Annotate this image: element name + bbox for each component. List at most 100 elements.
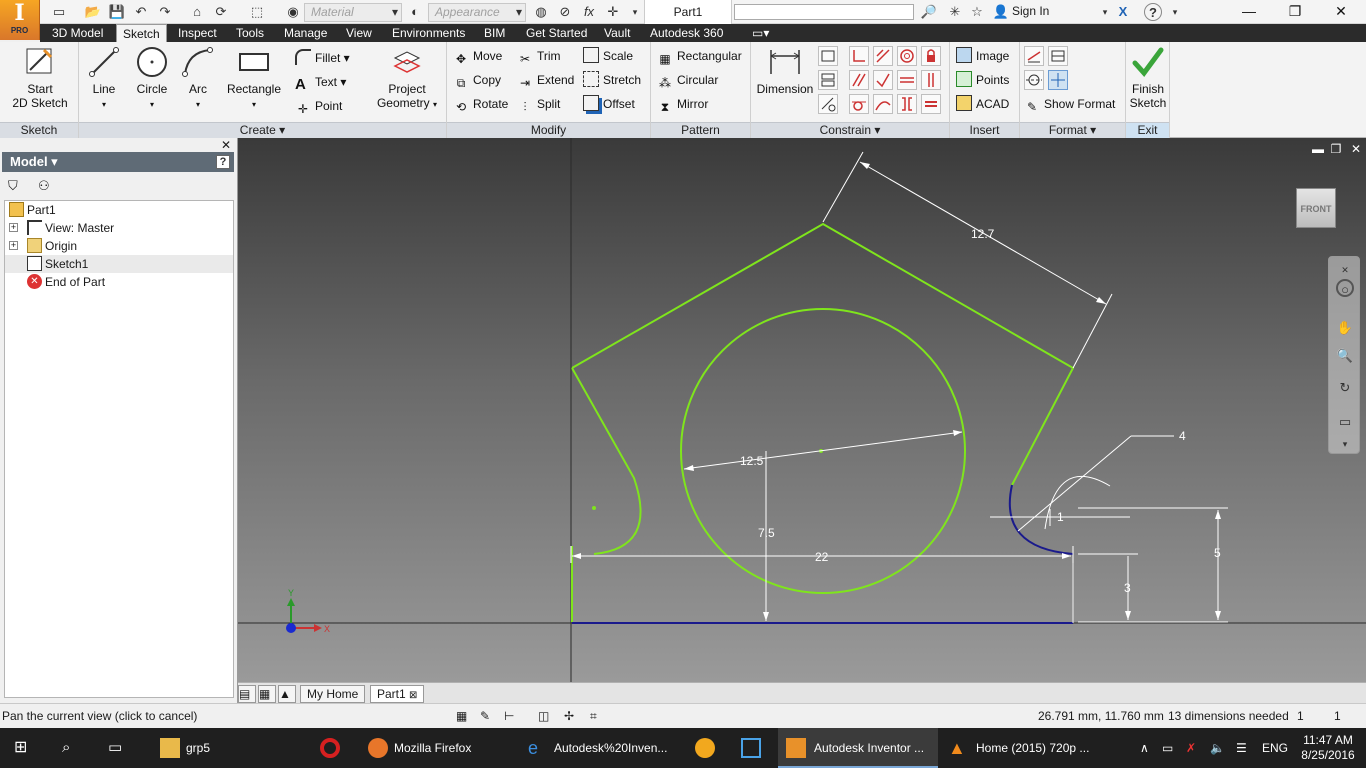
undo-icon[interactable]: ↶ [130,3,152,21]
volume-icon[interactable]: 🔈 [1210,728,1225,768]
action-center-icon[interactable]: ☰ [1236,728,1247,768]
pentagon-edges[interactable] [571,222,1075,486]
battery-icon[interactable]: ▭ [1162,728,1173,768]
screenshot-app-icon[interactable] [738,728,764,768]
circle-button[interactable]: Circle ▾ [131,44,173,112]
dim-arc-radius[interactable]: 4 [1179,429,1186,443]
copy-button[interactable]: ⧉ Copy [453,70,501,90]
rotate-button[interactable]: ⟲ Rotate [453,94,508,114]
perpendicular-constraint-icon[interactable] [873,70,893,90]
clear-icon[interactable]: ⊘ [554,3,576,21]
create-panel-label[interactable]: Create ▾ [79,122,446,138]
show-constraints-icon[interactable] [818,70,838,90]
status-cube-icon[interactable]: ◫ [538,704,549,729]
help-dropdown-icon[interactable]: ▾ [1164,3,1186,21]
my-home-tab[interactable]: My Home [300,685,366,703]
sketch-canvas[interactable]: 12.7 12.5 7.5 22 4 1 5 3 Y X [238,138,1366,682]
home-icon[interactable]: ⌂ [186,3,208,21]
appearance-dropdown[interactable]: Appearance [428,3,526,22]
show-hidden-icons-icon[interactable]: ∧ [1140,728,1149,768]
graphics-window[interactable]: 12.7 12.5 7.5 22 4 1 5 3 Y X ▬ ❐ ✕ FRONT… [238,138,1366,682]
status-snap-icon[interactable]: ✢ [564,704,574,729]
close-browser-icon[interactable]: ✕ [221,138,231,152]
arc-button[interactable]: Arc ▾ [177,44,219,112]
user-icon[interactable]: 👤 [990,3,1012,21]
line-button[interactable]: Line ▾ [83,44,125,112]
graphics-restore-icon[interactable]: ❐ [1328,142,1344,156]
graphics-minimize-icon[interactable]: ▬ [1310,142,1326,156]
concentric-constraint-icon[interactable] [897,46,917,66]
vertical-constraint-icon[interactable] [921,70,941,90]
steering-wheel-icon[interactable]: ○ [1336,279,1354,297]
graphics-close-icon[interactable]: ✕ [1348,142,1364,156]
network-icon[interactable]: ✗ [1186,728,1196,768]
status-edit-icon[interactable]: ✎ [480,704,490,729]
communication-icon[interactable]: ✳ [944,3,966,21]
part1-tab[interactable]: Part1 ⊠ [370,685,425,703]
sketch-point[interactable] [592,506,596,510]
trim-button[interactable]: ✂ Trim [517,46,561,66]
tree-item-part1[interactable]: Part1 [5,201,233,219]
rectangle-button[interactable]: Rectangle ▾ [225,44,283,112]
taskbar-item-edge[interactable]: e Autodesk%20Inven... [520,728,680,768]
app-menu-button[interactable]: I PRO [0,0,40,40]
app-triangle-icon[interactable] [692,728,718,768]
tab-tools[interactable]: Tools [230,24,270,42]
tab-sketch[interactable]: Sketch [116,24,167,42]
horizontal-constraint-icon[interactable] [897,70,917,90]
dim-width[interactable]: 22 [815,550,829,564]
expand-icon[interactable]: + [9,241,18,250]
tab-autodesk-360[interactable]: Autodesk 360 [644,24,729,42]
show-format-button[interactable]: ✎ Show Format [1024,94,1115,114]
qat-customize-icon[interactable]: ▾ [624,3,646,21]
collinear-constraint-icon[interactable] [873,46,893,66]
dim-right-height[interactable]: 5 [1214,546,1221,560]
stretch-button[interactable]: Stretch [583,70,641,90]
centerline-icon[interactable] [1024,70,1044,90]
binoculars-icon[interactable]: 🔎 [918,3,940,21]
tangent-constraint-icon[interactable] [849,94,869,114]
status-grid-icon[interactable]: ⌗ [590,704,597,729]
tab-list-icon[interactable]: ▲ [278,685,296,703]
task-view-icon[interactable]: ▭ [108,728,122,768]
equal-constraint-icon[interactable] [921,94,941,114]
orbit-icon[interactable]: ↻ [1336,379,1354,397]
tree-item-view-master[interactable]: + View: Master [5,219,233,237]
system-clock[interactable]: 11:47 AM 8/25/2016 [1298,728,1358,768]
help-button[interactable]: ? [1144,3,1162,21]
ribbon-options-icon[interactable]: ▭▾ [746,24,775,42]
insert-points-button[interactable]: Points [956,70,1009,90]
extend-button[interactable]: ⇥ Extend [517,70,574,90]
start-windows-icon[interactable]: ⊞ [14,728,27,768]
dim-height[interactable]: 7.5 [758,526,775,540]
open-file-icon[interactable]: 📂 [82,3,104,21]
dim-offset[interactable]: 1 [1057,510,1064,524]
constraint-settings-icon[interactable] [818,94,838,114]
look-at-icon[interactable]: ▭ [1336,413,1354,431]
tile-windows-icon[interactable]: ▤ [238,685,256,703]
fillet-button[interactable]: Fillet ▾ [295,48,350,68]
mirror-button[interactable]: ⧗ Mirror [657,94,709,114]
parallel-constraint-icon[interactable] [849,70,869,90]
taskbar-item-firefox[interactable]: Mozilla Firefox [358,728,508,768]
offset-button[interactable]: Offset [583,94,635,114]
adjust-icon[interactable]: ◍ [530,3,552,21]
point-button[interactable]: ✛ Point [295,96,342,116]
dim-side-length[interactable]: 12.7 [971,227,995,241]
taskbar-item-grp5[interactable]: grp5 [150,728,300,768]
constrain-panel-label[interactable]: Constrain ▾ [751,122,949,138]
find-binoculars-icon[interactable]: ⚇ [38,178,50,194]
tree-item-origin[interactable]: + Origin [5,237,233,255]
new-file-icon[interactable]: ▭ [48,3,70,21]
status-dimension-icon[interactable]: ⊢ [504,704,514,729]
driven-dimension-icon[interactable] [1048,46,1068,66]
coincident-constraint-icon[interactable] [849,46,869,66]
zoom-icon[interactable]: 🔍 [1336,347,1354,365]
viewcube[interactable]: FRONT [1296,188,1336,228]
restore-window-icon[interactable]: ❐ [1272,0,1318,24]
close-window-icon[interactable]: ✕ [1318,0,1364,24]
taskbar-item-inventor[interactable]: Autodesk Inventor ... [778,728,938,768]
close-tab-icon[interactable]: ⊠ [409,690,417,701]
rectangular-pattern-button[interactable]: ▦ Rectangular [657,46,741,66]
tab-environments[interactable]: Environments [386,24,471,42]
